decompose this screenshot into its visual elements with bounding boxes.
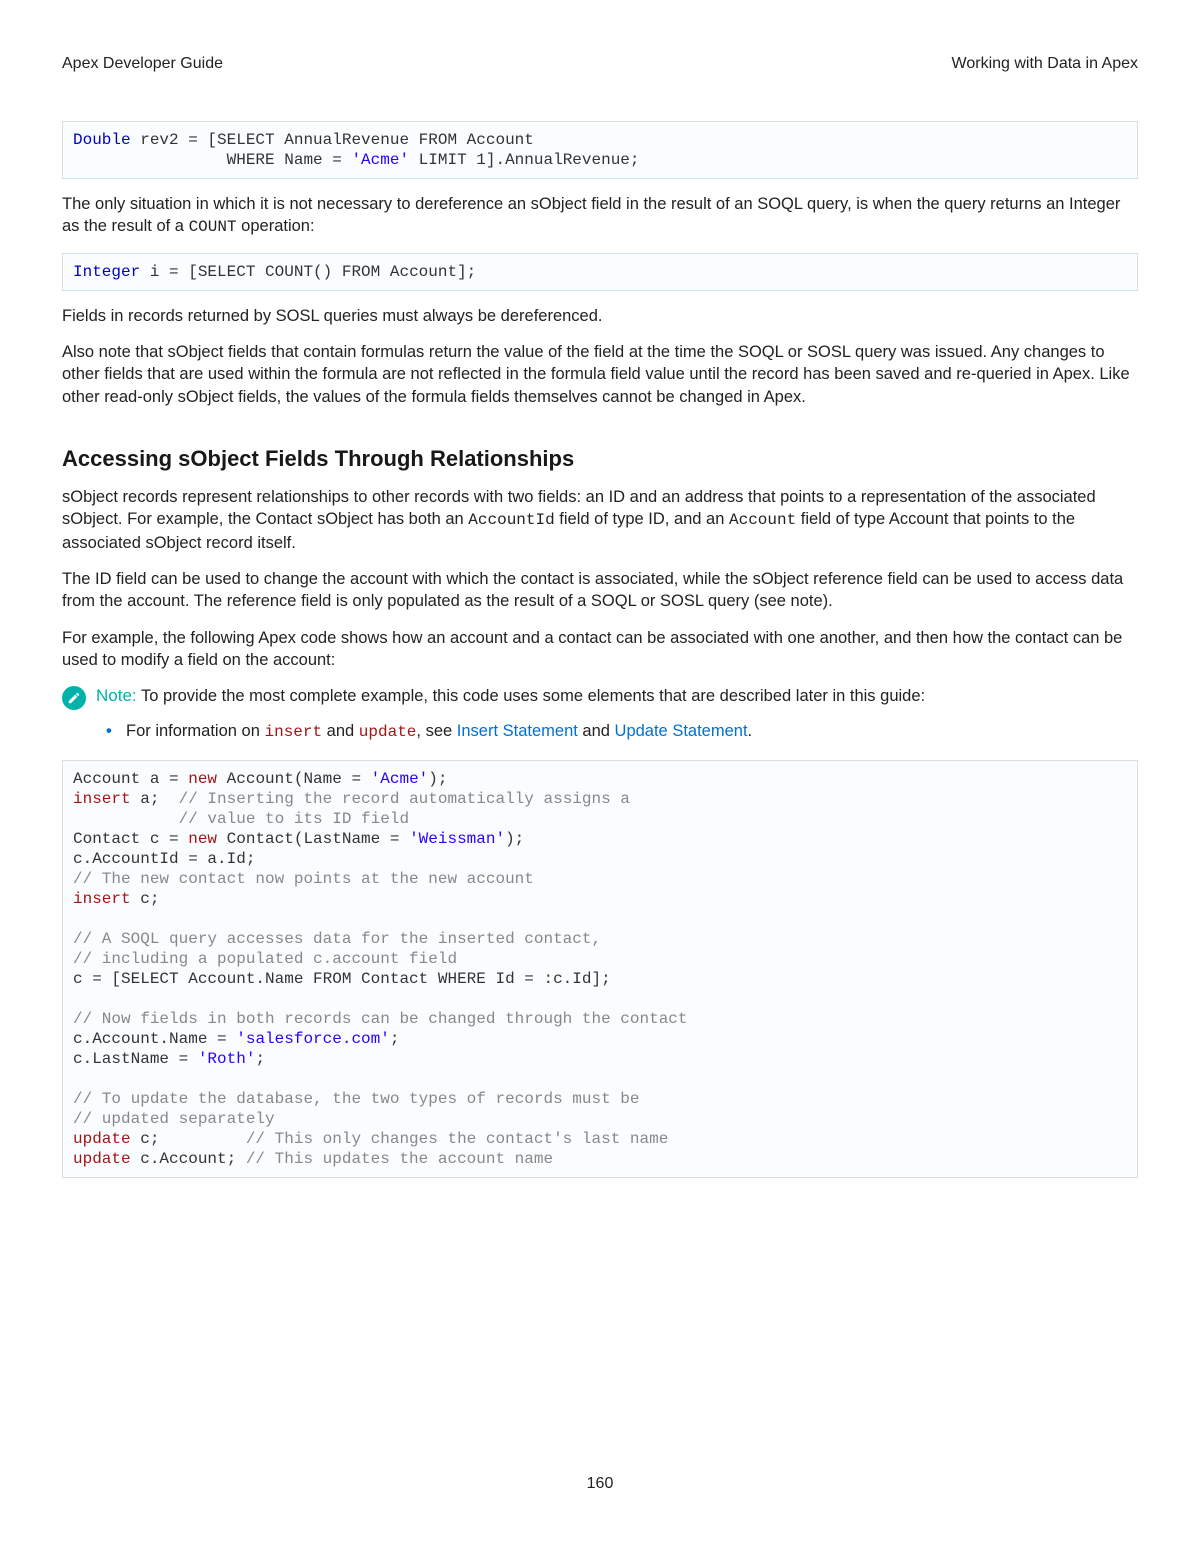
link-insert-statement[interactable]: Insert Statement [457,722,578,740]
inline-code: update [359,723,417,741]
section-heading: Accessing sObject Fields Through Relatio… [62,446,1138,472]
code-comment: // This updates the account name [246,1150,553,1168]
paragraph: Also note that sObject fields that conta… [62,341,1138,408]
paragraph: sObject records represent relationships … [62,486,1138,554]
header-left: Apex Developer Guide [62,55,223,73]
text: . [748,722,753,740]
code-keyword: new [188,770,217,788]
code-block-2: Integer i = [SELECT COUNT() FROM Account… [62,253,1138,291]
code-comment: // The new contact now points at the new… [73,870,534,888]
code-text: c.Account; [131,1150,246,1168]
code-text: LIMIT 1].AnnualRevenue; [409,151,639,169]
note-block: Note: To provide the most complete examp… [62,685,1138,710]
page-header: Apex Developer Guide Working with Data i… [62,55,1138,73]
code-comment: // Now fields in both records can be cha… [73,1010,688,1028]
code-text: Account a = [73,770,188,788]
text: and [322,722,359,740]
code-keyword: update [73,1150,131,1168]
code-comment: // including a populated c.account field [73,950,457,968]
paragraph: The ID field can be used to change the a… [62,568,1138,613]
code-text: i = [SELECT COUNT() FROM Account]; [140,263,476,281]
note-icon [62,686,86,710]
code-string: 'salesforce.com' [236,1030,390,1048]
code-text: c; [131,890,160,908]
code-text: a; [131,790,179,808]
code-comment: // value to its ID field [73,810,409,828]
code-block-3: Account a = new Account(Name = 'Acme'); … [62,760,1138,1178]
code-text: Account(Name = [217,770,371,788]
code-keyword: Double [73,131,131,149]
code-text: rev2 = [SELECT AnnualRevenue FROM Accoun… [131,131,534,149]
code-text: c.Account.Name = [73,1030,236,1048]
code-keyword: update [73,1130,131,1148]
inline-code: insert [264,723,322,741]
paragraph: Fields in records returned by SOSL queri… [62,305,1138,327]
code-string: 'Acme' [351,151,409,169]
code-text: Contact(LastName = [217,830,409,848]
code-keyword: insert [73,890,131,908]
note-label: Note: [96,686,137,705]
code-string: 'Roth' [198,1050,256,1068]
code-keyword: insert [73,790,131,808]
code-string: 'Acme' [371,770,429,788]
paragraph: The only situation in which it is not ne… [62,193,1138,239]
code-text: ; [255,1050,265,1068]
code-comment: // To update the database, the two types… [73,1090,640,1108]
code-keyword: new [188,830,217,848]
note-body: To provide the most complete example, th… [141,687,925,705]
inline-code: COUNT [189,218,237,236]
list-item: For information on insert and update, se… [106,720,1138,743]
text: , see [416,722,456,740]
text: field of type ID, and an [555,510,729,528]
code-string: 'Weissman' [409,830,505,848]
code-comment: // A SOQL query accesses data for the in… [73,930,601,948]
header-right: Working with Data in Apex [952,55,1138,73]
text: For information on [126,722,264,740]
code-text: c = [SELECT Account.Name FROM Contact WH… [73,970,611,988]
code-text: Contact c = [73,830,188,848]
inline-code: Account [729,511,796,529]
code-comment: // This only changes the contact's last … [246,1130,668,1148]
code-text: c.LastName = [73,1050,198,1068]
link-update-statement[interactable]: Update Statement [615,722,748,740]
code-text: ); [505,830,524,848]
paragraph: For example, the following Apex code sho… [62,627,1138,672]
note-content: Note: To provide the most complete examp… [96,685,925,708]
code-comment: // Inserting the record automatically as… [179,790,630,808]
code-text: ); [428,770,447,788]
page-number: 160 [0,1475,1200,1493]
code-comment: // updated separately [73,1110,275,1128]
code-text: WHERE Name = [73,151,351,169]
text: operation: [237,217,315,235]
code-text: ; [390,1030,400,1048]
code-text: c; [131,1130,246,1148]
code-keyword: Integer [73,263,140,281]
text: and [578,722,615,740]
inline-code: AccountId [468,511,554,529]
code-block-1: Double rev2 = [SELECT AnnualRevenue FROM… [62,121,1138,179]
bullet-list: For information on insert and update, se… [106,720,1138,743]
code-text: c.AccountId = a.Id; [73,850,255,868]
